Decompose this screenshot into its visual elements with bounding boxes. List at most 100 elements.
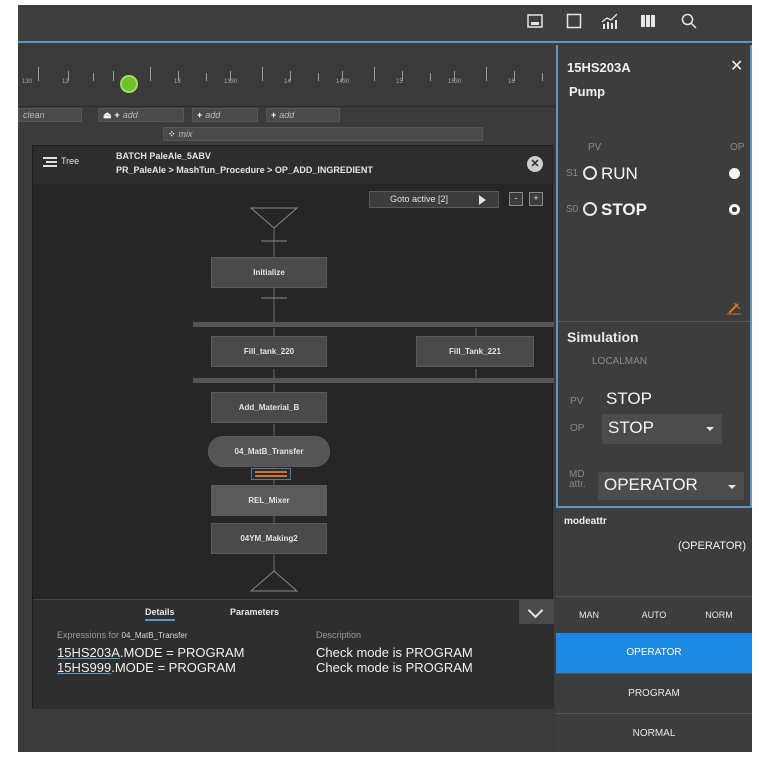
tag-link[interactable]: 15HS203A: [57, 645, 120, 660]
pv-indicator: [583, 166, 597, 180]
tag-link[interactable]: 15HS999: [57, 660, 111, 675]
md-key-2: attr.: [569, 479, 586, 490]
lane-add[interactable]: + add: [266, 108, 340, 122]
close-icon[interactable]: ✕: [730, 56, 743, 76]
timeline-tick-label: 1430: [336, 79, 350, 85]
pv-indicator: [583, 202, 597, 216]
timeline-tick: [93, 73, 94, 81]
tab-details[interactable]: Details: [145, 607, 175, 621]
lane-add[interactable]: ⏏ + add: [98, 108, 184, 122]
plus-icon: +: [197, 110, 203, 120]
lane-add[interactable]: + add: [192, 108, 258, 122]
plus-icon: +: [271, 110, 277, 120]
expression-row: 15HS203A.MODE = PROGRAM: [57, 645, 245, 660]
step-add-material-b[interactable]: Add_Material_B: [211, 392, 327, 423]
faceplate-main: 15HS203A ✕ Pump PV OP S1 RUN S0 STOP Sim…: [556, 45, 752, 508]
pv-header: PV: [588, 142, 602, 153]
attr-program-button[interactable]: PROGRAM: [556, 673, 752, 713]
timeline-tick-label: 12: [62, 79, 69, 85]
lane-add-label: add: [122, 110, 138, 120]
lane-mix-label: mix: [178, 129, 193, 139]
timeline-tick: [430, 73, 431, 81]
sim-op-value: STOP: [608, 418, 654, 437]
parallel-branch-bar: [193, 322, 554, 327]
window-icon[interactable]: [563, 13, 585, 35]
op-header: OP: [730, 142, 745, 153]
modeattr-label: modeattr: [564, 516, 607, 527]
timeline-tick-label: 14: [284, 79, 291, 85]
timeline-tick: [374, 67, 375, 81]
batch-timeline[interactable]: 130 12 13 1330 14 1430 15 1530 16: [18, 45, 556, 107]
step-fill-tank-221[interactable]: Fill_Tank_221: [416, 336, 534, 367]
current-time-marker[interactable]: [120, 75, 138, 93]
lane-clean-label: clean: [23, 110, 45, 120]
md-attr-key: MD attr.: [569, 470, 586, 490]
timeline-tick: [38, 67, 39, 81]
timeline-tick: [318, 73, 319, 81]
divider: [558, 321, 750, 322]
faceplate-panel: 15HS203A ✕ Pump PV OP S1 RUN S0 STOP Sim…: [556, 45, 752, 752]
timeline-tick-label: 1330: [224, 79, 238, 85]
timeline-tick: [206, 73, 207, 81]
state-row-run: S1 RUN: [566, 163, 750, 187]
display-icon[interactable]: [524, 13, 546, 35]
sim-pv-value: STOP: [606, 389, 652, 408]
modeattr-value: (OPERATOR): [677, 540, 746, 552]
mode-button-row: MAN AUTO NORM: [556, 596, 752, 633]
step-making2[interactable]: 04YM_Making2: [211, 523, 327, 554]
attr-operator-button[interactable]: OPERATOR: [556, 633, 752, 673]
state-id: S1: [566, 168, 579, 179]
attr-normal-button[interactable]: NORMAL: [556, 713, 752, 752]
end-symbol: [249, 570, 299, 592]
timeline-tick-label: 130: [22, 79, 33, 85]
tab-parameters[interactable]: Parameters: [230, 607, 279, 617]
description-label: Description: [316, 630, 362, 640]
lane-mix[interactable]: ⁘ mix: [163, 127, 483, 141]
start-symbol: [249, 207, 299, 229]
state-label: STOP: [601, 200, 647, 219]
mode-norm-button[interactable]: NORM: [686, 597, 752, 634]
step-matb-transfer[interactable]: 04_MatB_Transfer: [208, 436, 330, 467]
op-select-stop[interactable]: [729, 204, 740, 215]
timeline-tick-label: 13: [174, 79, 181, 85]
app-window: 130 12 13 1330 14 1430 15 1530 16 clean …: [18, 5, 752, 752]
sim-pv-key: PV: [570, 396, 584, 407]
expressions-label: Expressions for 04_MatB_Transfer: [57, 630, 188, 640]
timeline-tick: [150, 67, 151, 81]
active-transition[interactable]: [251, 468, 291, 480]
trend-icon[interactable]: [599, 13, 621, 35]
top-toolbar: [18, 5, 752, 43]
simulation-title: Simulation: [567, 329, 639, 345]
faceplate-description: Pump: [569, 84, 606, 99]
chevron-down-icon[interactable]: [519, 600, 554, 624]
faceplates-icon[interactable]: [637, 13, 659, 35]
timeline-tick: [262, 67, 263, 81]
step-rel-mixer[interactable]: REL_Mixer: [211, 485, 327, 516]
step-fill-tank-220[interactable]: Fill_tank_220: [211, 336, 327, 367]
faceplate-tag: 15HS203A: [567, 60, 631, 75]
mode-man-button[interactable]: MAN: [556, 597, 622, 634]
plus-icon: +: [114, 110, 120, 120]
lane-add-label: add: [279, 110, 295, 120]
timeline-tick-label: 15: [396, 79, 403, 85]
expression-text: .MODE = PROGRAM: [119, 645, 245, 660]
timeline-tick: [486, 67, 487, 81]
timeline-tick-label: 16: [508, 79, 515, 85]
sim-op-key: OP: [570, 423, 585, 434]
lane-clean[interactable]: clean: [18, 108, 82, 122]
expressions-target: 04_MatB_Transfer: [121, 631, 188, 640]
procedure-dialog: Tree BATCH PaleAle_5ABV PR_PaleAle > Mas…: [32, 145, 554, 709]
mix-icon: ⁘: [168, 129, 176, 139]
md-attr-value: OPERATOR: [604, 475, 698, 494]
edit-pencil-icon[interactable]: [726, 301, 742, 315]
step-initialize[interactable]: Initialize: [211, 257, 327, 288]
timeline-tick-label: 1530: [448, 79, 462, 85]
eject-icon: ⏏: [103, 110, 112, 120]
state-id: S0: [566, 204, 579, 215]
expression-text: .MODE = PROGRAM: [111, 660, 236, 675]
mode-auto-button[interactable]: AUTO: [622, 597, 686, 634]
search-icon[interactable]: [678, 13, 700, 35]
op-select-run[interactable]: [729, 168, 740, 179]
md-attr-select[interactable]: OPERATOR: [598, 472, 744, 500]
sim-op-select[interactable]: STOP: [602, 414, 722, 444]
